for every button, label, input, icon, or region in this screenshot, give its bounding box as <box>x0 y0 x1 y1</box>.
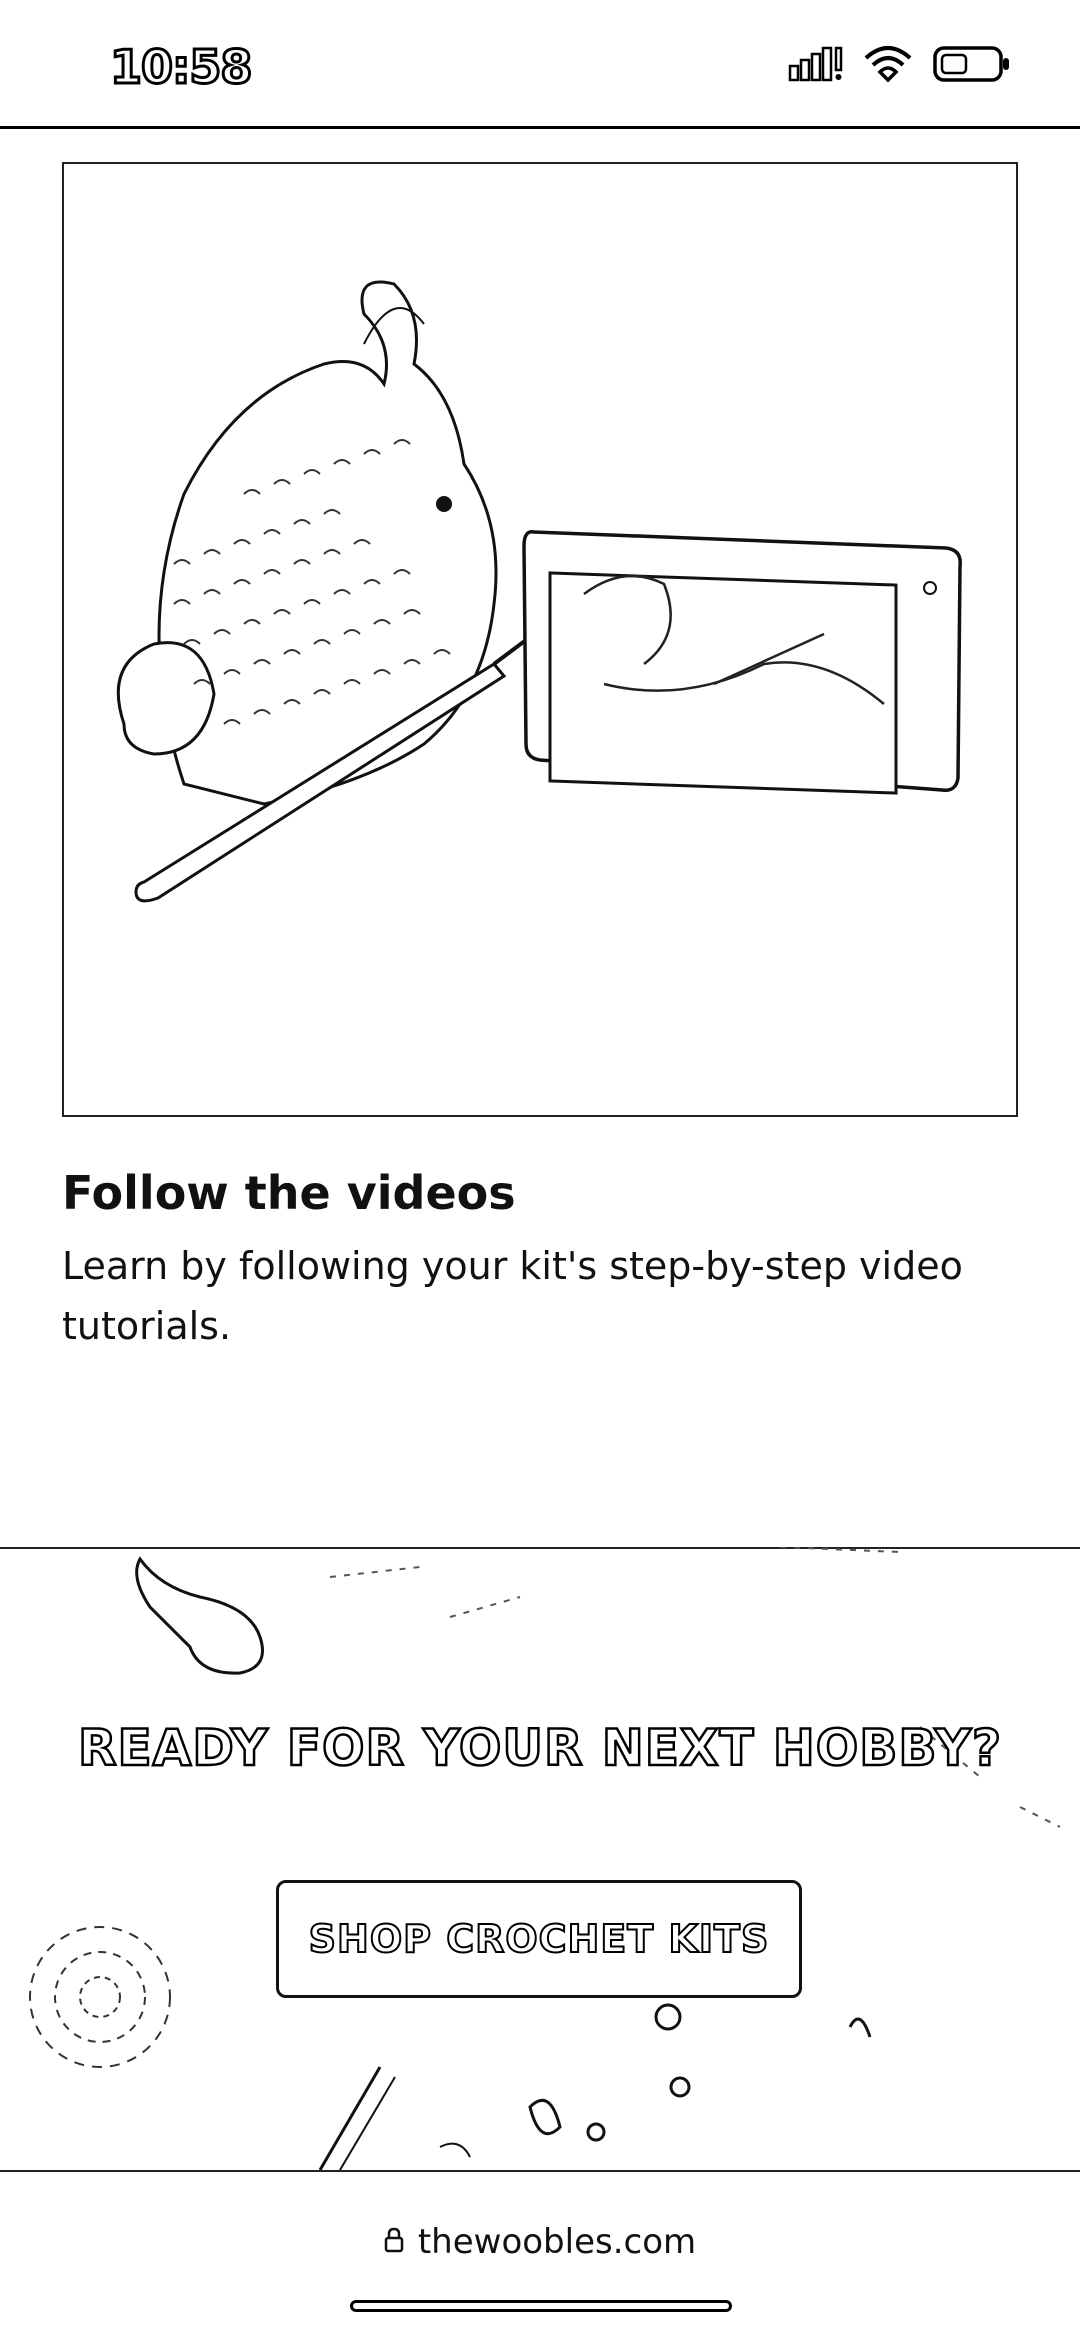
promo-banner: READY FOR YOUR NEXT HOBBY? SHOP CROCHET … <box>0 1547 1080 2172</box>
status-icons <box>788 44 1012 88</box>
promo-decoration <box>29 1547 1061 2171</box>
status-divider <box>0 126 1080 129</box>
shop-button-label: SHOP CROCHET KITS <box>308 1916 770 1962</box>
wifi-icon <box>862 44 914 88</box>
browser-bottom-bar <box>0 2190 1080 2337</box>
url-text: thewoobles.com <box>417 2222 697 2262</box>
shop-crochet-kits-button[interactable]: SHOP CROCHET KITS <box>276 1880 802 1998</box>
lock-icon <box>384 2227 404 2257</box>
address-bar[interactable]: thewoobles.com <box>0 2222 1080 2262</box>
home-indicator[interactable] <box>350 2300 732 2312</box>
section-heading: Follow the videos <box>62 1166 516 1220</box>
signal-icon <box>788 44 844 88</box>
promo-bottom-divider <box>0 2170 1080 2172</box>
status-bar: 10:58 <box>0 0 1080 129</box>
battery-icon <box>932 44 1012 88</box>
phone-video-image <box>522 530 962 795</box>
section-description: Learn by following your kit's step-by-st… <box>62 1244 963 1348</box>
promo-title: READY FOR YOUR NEXT HOBBY? <box>77 1718 1002 1779</box>
hero-image <box>62 162 1018 1117</box>
status-time: 10:58 <box>108 39 253 96</box>
crochet-toy-image <box>116 280 498 806</box>
